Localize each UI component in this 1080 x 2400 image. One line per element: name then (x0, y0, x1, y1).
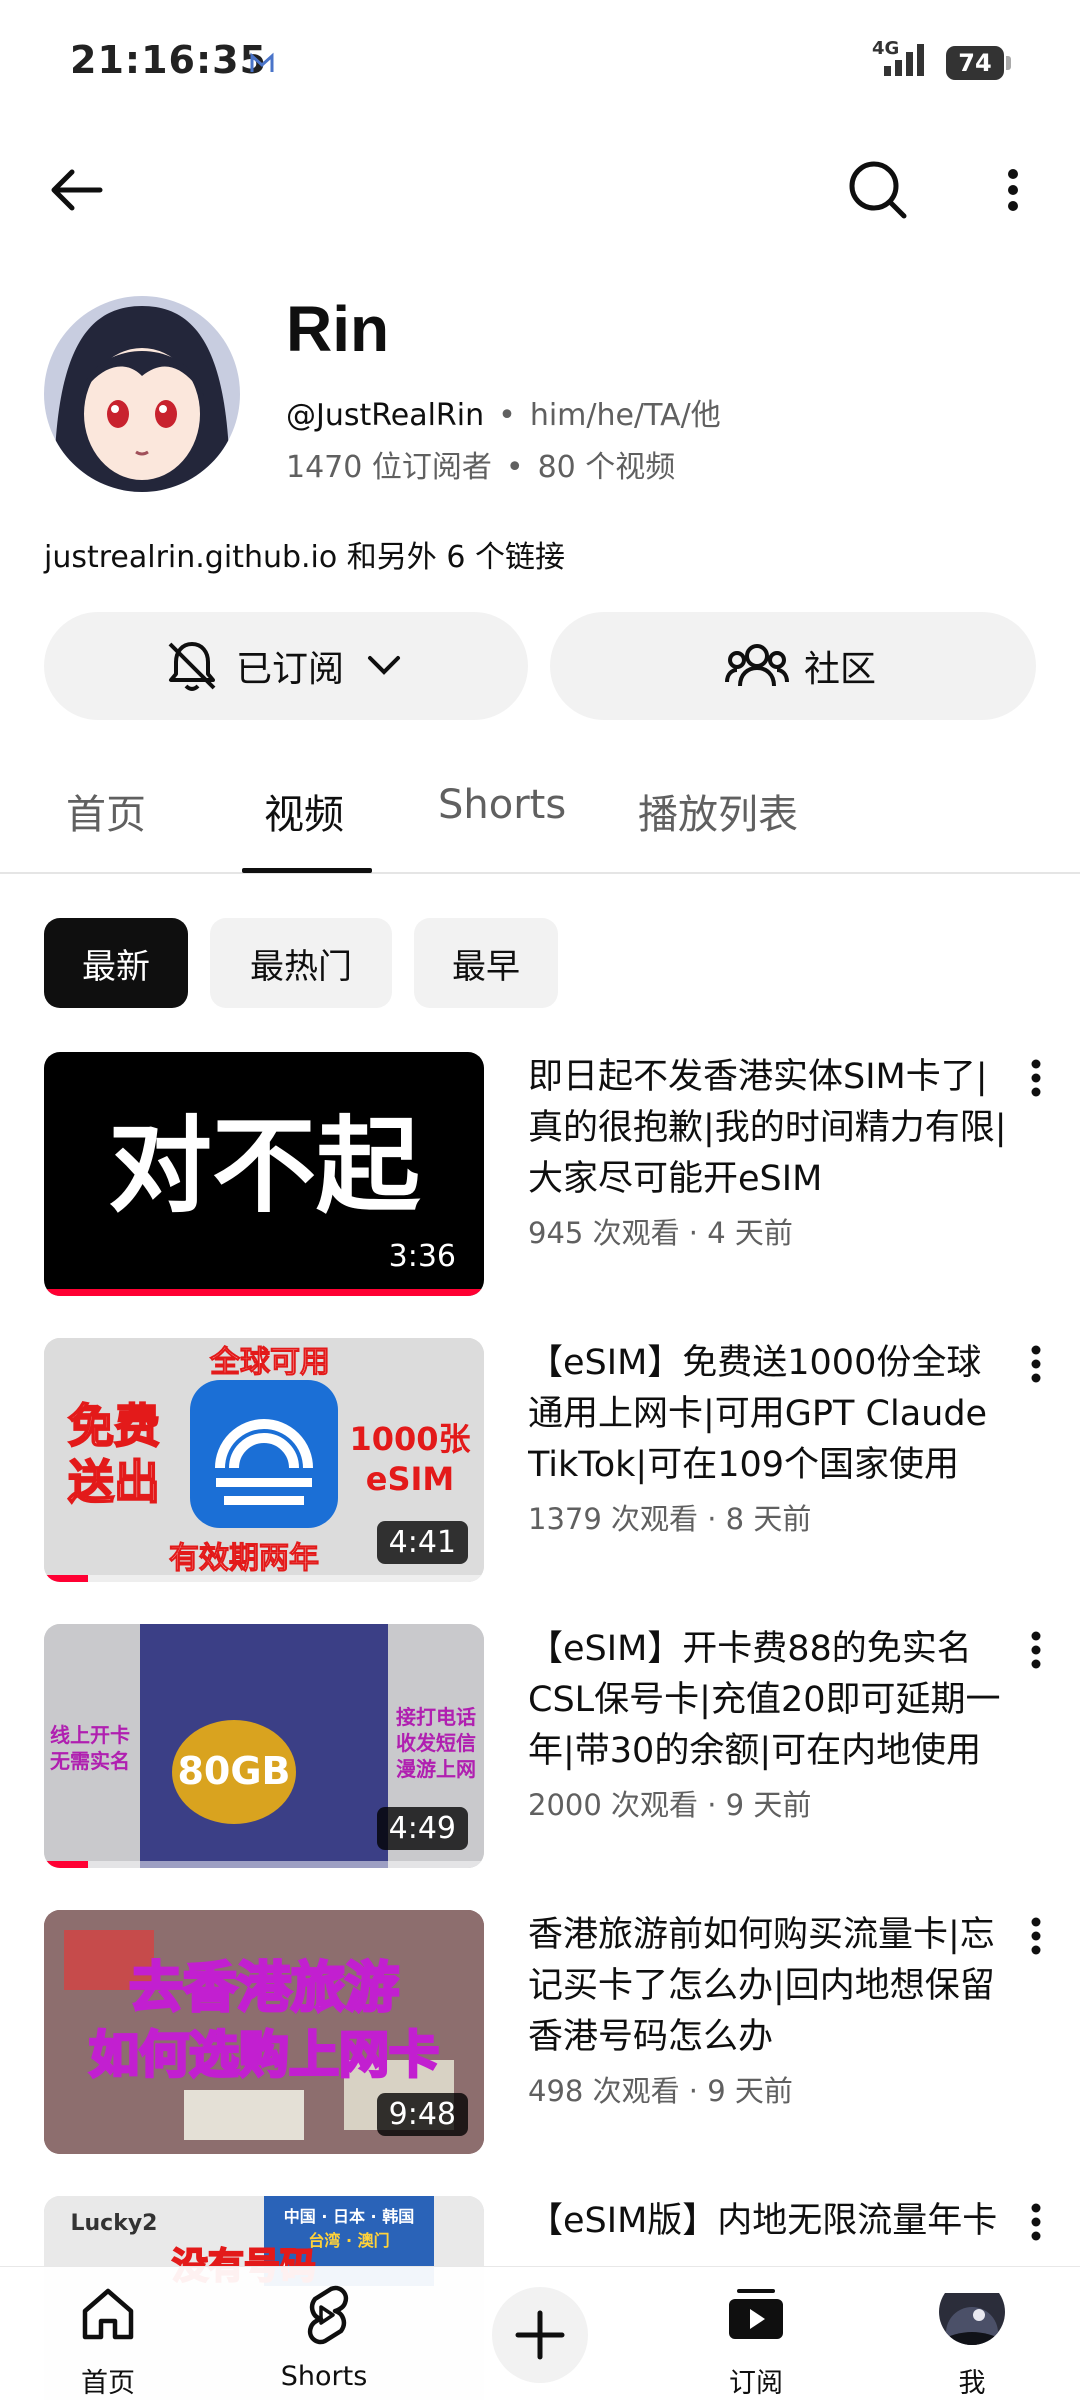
community-label: 社区 (803, 649, 876, 690)
channel-links[interactable]: justrealrin.github.io 和另外 6 个链接 (44, 532, 565, 576)
nav-home[interactable]: 首页 (28, 2267, 188, 2400)
bell-off-icon (168, 642, 216, 691)
thumbnail-text: 80GB (177, 1749, 290, 1793)
nav-shorts[interactable]: Shorts (244, 2267, 404, 2400)
nav-label: 首页 (81, 2368, 135, 2399)
thumbnail-text: 漫游上网 (396, 1757, 476, 1781)
thumbnail-text: 接打电话 (396, 1705, 476, 1729)
chip-oldest[interactable]: 最早 (414, 918, 558, 1008)
watch-progress-bar (44, 1861, 88, 1868)
subscriber-count: 1470 位订阅者 (286, 450, 492, 485)
active-tab-indicator (242, 868, 372, 873)
channel-stats: 1470 位订阅者 • 80 个视频 (286, 450, 676, 485)
video-more-icon[interactable] (1016, 2196, 1056, 2256)
tab-shorts[interactable]: Shorts (438, 782, 566, 828)
channel-handle: @JustRealRin (286, 398, 485, 433)
watch-progress-bar (44, 1289, 484, 1296)
video-title[interactable]: 即日起不发香港实体SIM卡了|真的很抱歉|我的时间精力有限|大家尽可能开eSIM (528, 1052, 1008, 1205)
status-time: 21:16:35 (70, 38, 268, 82)
video-title[interactable]: 香港旅游前如何购买流量卡|忘记买卡了怎么办|回内地想保留香港号码怎么办 (528, 1910, 1008, 2063)
thumbnail-text: 收发短信 (396, 1731, 476, 1755)
channel-avatar[interactable] (44, 296, 240, 492)
chevron-down-icon (368, 656, 400, 675)
thumbnail-text: 中国 · 日本 · 韩国 (284, 2207, 414, 2226)
create-button[interactable] (492, 2287, 588, 2383)
video-thumbnail[interactable]: 全球可用 免费 送出 1000张 eSIM 有效期两年 4:41 (44, 1338, 484, 1582)
thumbnail-text: 免费 (68, 1399, 160, 1453)
tab-home[interactable]: 首页 (66, 782, 146, 840)
video-title[interactable]: 【eSIM】开卡费88的免实名CSL保号卡|充值20即可延期一年|带30的余额|… (528, 1624, 1008, 1777)
thumbnail-text: 无需实名 (50, 1749, 130, 1773)
video-duration: 4:41 (376, 1521, 468, 1564)
thumbnail-text: 1000张 (349, 1420, 470, 1458)
thumbnail-text: 有效期两年 (169, 1541, 319, 1576)
top-app-bar (0, 130, 1080, 240)
watch-progress-bar (44, 1575, 88, 1582)
thumbnail-text: 全球可用 (209, 1345, 330, 1380)
thumbnail-text: 去香港旅游 (129, 1956, 399, 2019)
video-thumbnail[interactable]: 去香港旅游 如何选购上网卡 9:48 (44, 1910, 484, 2154)
video-meta: 2000 次观看 · 9 天前 (528, 1788, 812, 1822)
nav-me[interactable]: 我 (892, 2267, 1052, 2400)
channel-handle-line: @JustRealRin • him/he/TA/他 (286, 398, 721, 433)
channel-tabs: 首页 视频 Shorts 播放列表 (0, 760, 1080, 874)
nav-label: 订阅 (729, 2368, 783, 2399)
bottom-navigation: 首页 Shorts 订阅 我 (0, 2266, 1080, 2400)
community-button[interactable]: 社区 (550, 612, 1036, 720)
thumbnail-text: Lucky2 (70, 2211, 157, 2236)
video-meta: 1379 次观看 · 8 天前 (528, 1502, 812, 1536)
video-duration: 9:48 (376, 2093, 468, 2136)
signal-icon (884, 44, 924, 76)
channel-pronouns: him/he/TA/他 (529, 398, 721, 433)
chip-latest[interactable]: 最新 (44, 918, 188, 1008)
watch-progress-track (44, 1575, 484, 1582)
thumbnail-text: 对不起 (108, 1105, 421, 1227)
search-icon[interactable] (840, 152, 916, 228)
thumbnail-text: eSIM (366, 1460, 455, 1498)
video-item[interactable]: 对不起 3:36 即日起不发香港实体SIM卡了|真的很抱歉|我的时间精力有限|大… (0, 1052, 1080, 1302)
thumbnail-text: 如何选购上网卡 (89, 2026, 439, 2084)
subscribed-button[interactable]: 已订阅 (44, 612, 528, 720)
nav-subscriptions[interactable]: 订阅 (676, 2267, 836, 2400)
subscribed-label: 已订阅 (235, 649, 344, 690)
status-bar: 21:16:35 4G 74 (0, 0, 1080, 120)
create-icon (515, 2310, 565, 2360)
chip-popular[interactable]: 最热门 (210, 918, 392, 1008)
video-count: 80 个视频 (537, 450, 676, 485)
video-more-icon[interactable] (1016, 1052, 1056, 1112)
thumbnail-text: 送出 (68, 1455, 160, 1509)
mail-notification-icon (250, 52, 274, 72)
watch-progress-track (44, 1861, 484, 1868)
nav-label: 我 (958, 2368, 986, 2399)
video-item[interactable]: 去香港旅游 如何选购上网卡 9:48 香港旅游前如何购买流量卡|忘记买卡了怎么办… (0, 1910, 1080, 2160)
video-more-icon[interactable] (1016, 1338, 1056, 1398)
shorts-icon (307, 2285, 349, 2345)
video-title[interactable]: 【eSIM版】内地无限流量年卡 (528, 2196, 1008, 2247)
back-arrow-icon[interactable] (38, 152, 114, 228)
subscriptions-icon (729, 2289, 783, 2339)
tab-playlists[interactable]: 播放列表 (638, 782, 798, 840)
profile-icon (939, 2279, 1005, 2345)
more-options-icon[interactable] (978, 152, 1048, 228)
video-item[interactable]: 全球可用 免费 送出 1000张 eSIM 有效期两年 4:41 【eSIM】免… (0, 1338, 1080, 1588)
people-icon (724, 644, 789, 687)
video-more-icon[interactable] (1016, 1624, 1056, 1684)
video-duration: 4:49 (376, 1807, 468, 1850)
tab-videos[interactable]: 视频 (264, 782, 344, 840)
video-meta: 498 次观看 · 9 天前 (528, 2074, 793, 2108)
thumbnail-text: 台湾 · 澳门 (308, 2231, 389, 2250)
video-item[interactable]: 80GB 线上开卡 无需实名 接打电话 收发短信 漫游上网 4:49 【eSIM… (0, 1624, 1080, 1874)
channel-name: Rin (286, 293, 390, 365)
nav-label: Shorts (280, 2361, 368, 2392)
home-icon (82, 2288, 134, 2340)
video-meta: 945 次观看 · 4 天前 (528, 1216, 793, 1250)
video-more-icon[interactable] (1016, 1910, 1056, 1970)
video-thumbnail[interactable]: 80GB 线上开卡 无需实名 接打电话 收发短信 漫游上网 4:49 (44, 1624, 484, 1868)
video-duration: 3:36 (376, 1235, 468, 1278)
video-thumbnail[interactable]: 对不起 3:36 (44, 1052, 484, 1296)
battery-indicator: 74 (946, 46, 1011, 80)
video-title[interactable]: 【eSIM】免费送1000份全球通用上网卡|可用GPT Claude TikTo… (528, 1338, 1008, 1491)
thumbnail-text: 线上开卡 (50, 1723, 130, 1747)
